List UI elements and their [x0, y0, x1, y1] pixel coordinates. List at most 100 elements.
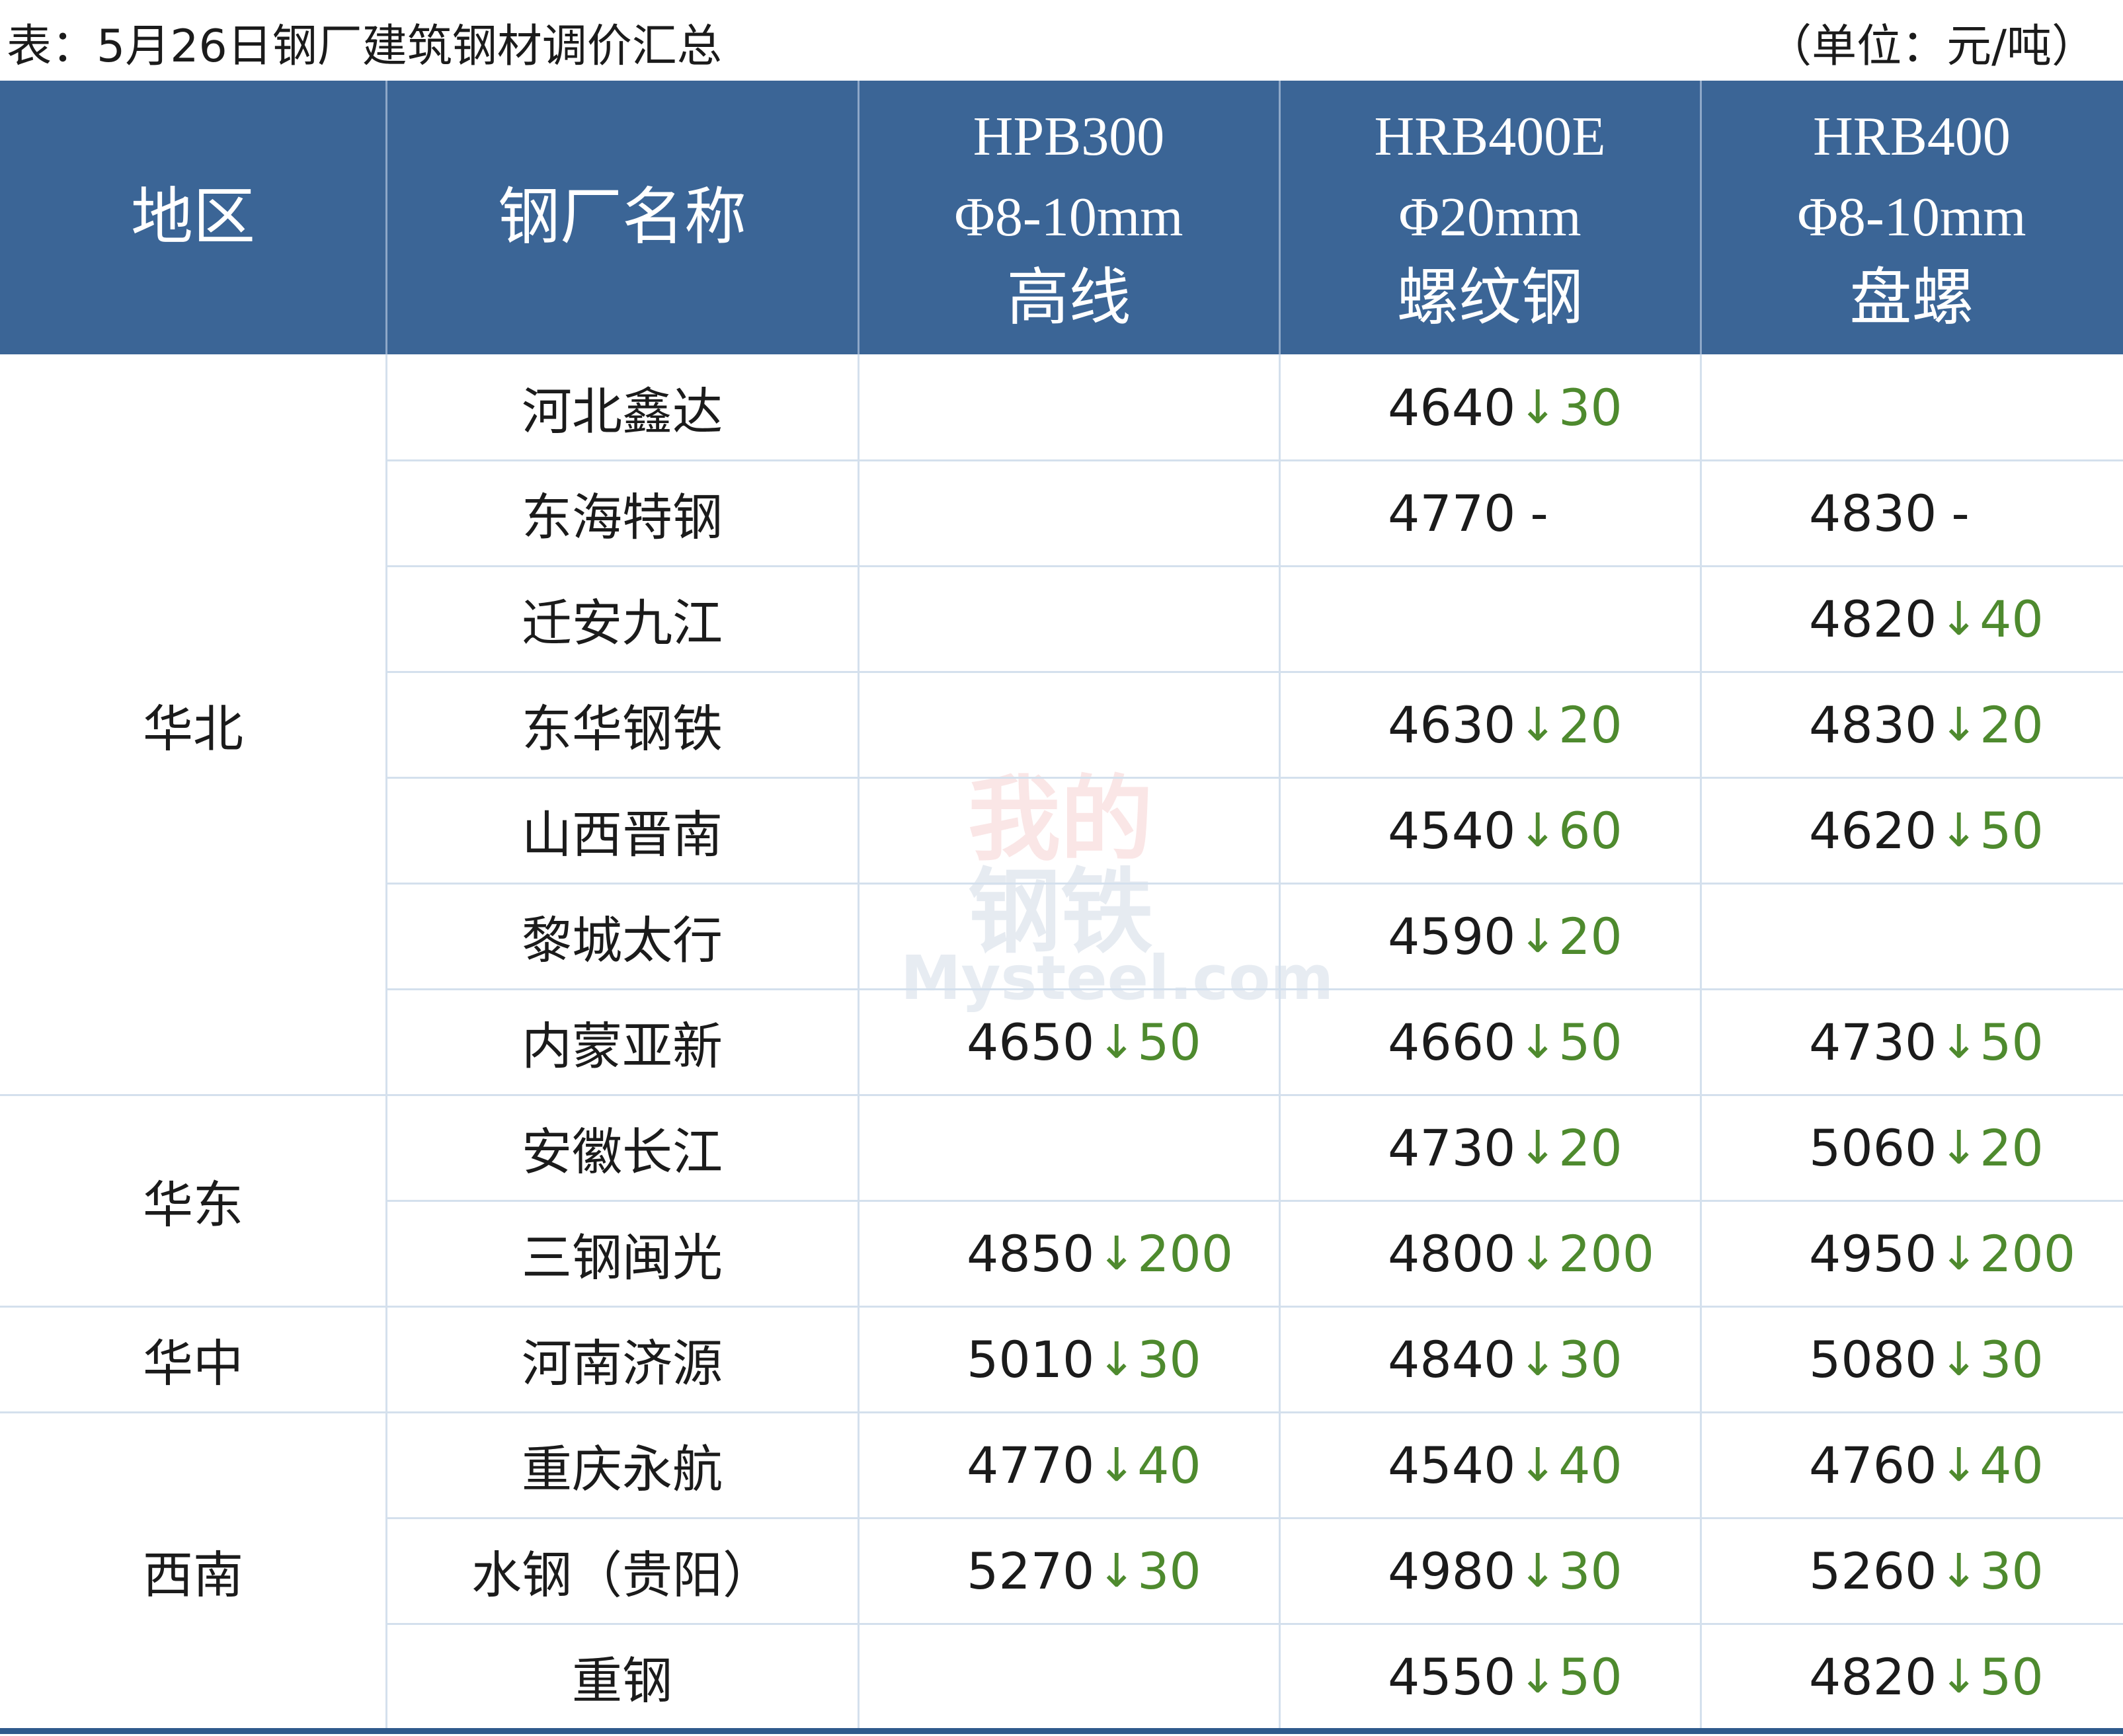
mill-name: 三钢闽光	[522, 1228, 723, 1287]
price-change: 40	[1980, 589, 2044, 649]
price-cell: 5260 ↓ 30	[1701, 1518, 2123, 1624]
down-arrow-icon: ↓	[1939, 1544, 1979, 1598]
price-change: 40	[1137, 1435, 1201, 1495]
price-change: 50	[1980, 801, 2044, 860]
down-arrow-icon: ↓	[1939, 1438, 1979, 1492]
mill-cell: 迁安九江	[386, 566, 858, 672]
price-cell: 4800 ↓ 200	[1279, 1201, 1701, 1306]
mill-cell: 水钢（贵阳）	[386, 1518, 858, 1624]
price-value: 4980	[1388, 1541, 1516, 1600]
down-arrow-icon: ↓	[1097, 1226, 1137, 1281]
price-cell: 4650 ↓ 50	[858, 989, 1279, 1095]
price-cell: 4540 ↓ 60	[1279, 777, 1701, 883]
mill-name: 迁安九江	[522, 594, 723, 652]
price-value: 4730	[1388, 1118, 1516, 1177]
price-cell: 4730 ↓ 20	[1279, 1095, 1701, 1201]
price-change: 40	[1980, 1435, 2044, 1495]
price-value: 5060	[1809, 1118, 1937, 1177]
price-change: 30	[1137, 1329, 1201, 1389]
price-cell: 4950 ↓ 200	[1701, 1201, 2123, 1306]
price-cell: 4770 ↓ 40	[858, 1412, 1279, 1518]
price-change: 50	[1558, 1012, 1622, 1072]
price-value: 5270	[967, 1541, 1095, 1600]
price-change: 20	[1980, 695, 2044, 754]
mill-name: 山西晋南	[522, 805, 723, 864]
price-change: 20	[1558, 695, 1622, 754]
price-value: 4850	[967, 1224, 1095, 1283]
region-label: 华北	[143, 699, 243, 758]
price-value: 4820	[1809, 589, 1937, 649]
region-cell: 华中	[0, 1306, 386, 1412]
price-change: 200	[1980, 1224, 2076, 1283]
mill-cell: 河北鑫达	[386, 354, 858, 460]
price-value: 4800	[1388, 1224, 1516, 1283]
price-change: 30	[1137, 1541, 1201, 1600]
price-change: 50	[1558, 1647, 1622, 1706]
down-arrow-icon: ↓	[1518, 1438, 1558, 1492]
price-value: 4640	[1388, 377, 1516, 437]
price-change: 30	[1558, 377, 1622, 437]
down-arrow-icon: ↓	[1939, 1226, 1979, 1281]
price-value: 4550	[1388, 1647, 1516, 1706]
price-change: 50	[1980, 1012, 2044, 1072]
price-value: 4660	[1388, 1012, 1516, 1072]
mill-name: 东华钢铁	[522, 699, 723, 758]
price-value: 4950	[1809, 1224, 1937, 1283]
price-table-page: 表：5月26日钢厂建筑钢材调价汇总 （单位：元/吨） 地区 钢厂名称 HPB30…	[0, 0, 2123, 1736]
down-arrow-icon: ↓	[1097, 1438, 1137, 1492]
down-arrow-icon: ↓	[1518, 697, 1558, 752]
mill-cell: 河南济源	[386, 1306, 858, 1412]
mill-cell: 山西晋南	[386, 777, 858, 883]
bottom-rule	[0, 1728, 2123, 1734]
price-value: 4830	[1809, 695, 1937, 754]
down-arrow-icon: ↓	[1518, 1544, 1558, 1598]
mill-cell: 重庆永航	[386, 1412, 858, 1518]
price-cell: 4980 ↓ 30	[1279, 1518, 1701, 1624]
price-change: 30	[1558, 1329, 1622, 1389]
price-cell: 4760 ↓ 40	[1701, 1412, 2123, 1518]
price-cell: 4770-	[1279, 460, 1701, 566]
price-cell: 4830 ↓ 20	[1701, 672, 2123, 777]
price-cell: 4660 ↓ 50	[1279, 989, 1701, 1095]
down-arrow-icon: ↓	[1518, 1226, 1558, 1281]
price-cell: 4820 ↓ 50	[1701, 1624, 2123, 1729]
price-cell: 4540 ↓ 40	[1279, 1412, 1701, 1518]
price-cell: 4640 ↓ 30	[1279, 354, 1701, 460]
price-change: -	[1951, 483, 1970, 543]
price-cell: 4630 ↓ 20	[1279, 672, 1701, 777]
price-value: 4650	[967, 1012, 1095, 1072]
mill-name: 安徽长江	[522, 1123, 723, 1181]
mill-cell: 重钢	[386, 1624, 858, 1729]
mill-cell: 三钢闽光	[386, 1201, 858, 1306]
price-value: 4630	[1388, 695, 1516, 754]
down-arrow-icon: ↓	[1518, 380, 1558, 434]
mill-cell: 黎城太行	[386, 883, 858, 989]
empty-price-cell	[1279, 566, 1701, 672]
price-change: 30	[1558, 1541, 1622, 1600]
price-cell: 4730 ↓ 50	[1701, 989, 2123, 1095]
down-arrow-icon: ↓	[1939, 803, 1979, 857]
empty-price-cell	[1701, 354, 2123, 460]
empty-price-cell	[858, 566, 1279, 672]
price-value: 4770	[1388, 483, 1516, 543]
price-value: 4770	[967, 1435, 1095, 1495]
price-change: 50	[1137, 1012, 1201, 1072]
empty-price-cell	[858, 777, 1279, 883]
empty-price-cell	[858, 883, 1279, 989]
region-label: 华中	[143, 1334, 243, 1393]
down-arrow-icon: ↓	[1518, 909, 1558, 963]
down-arrow-icon: ↓	[1939, 1649, 1979, 1704]
mill-name: 黎城太行	[522, 911, 723, 970]
price-cell: 4550 ↓ 50	[1279, 1624, 1701, 1729]
price-value: 4620	[1809, 801, 1937, 860]
mill-name: 重庆永航	[522, 1440, 723, 1499]
price-value: 4730	[1809, 1012, 1937, 1072]
price-cell: 5060 ↓ 20	[1701, 1095, 2123, 1201]
down-arrow-icon: ↓	[1518, 1649, 1558, 1704]
price-change: 30	[1980, 1541, 2044, 1600]
price-change: 200	[1137, 1224, 1234, 1283]
region-cell: 华东	[0, 1095, 386, 1306]
price-change: 20	[1558, 1118, 1622, 1177]
price-cell: 5010 ↓ 30	[858, 1306, 1279, 1412]
price-change: 30	[1980, 1329, 2044, 1389]
